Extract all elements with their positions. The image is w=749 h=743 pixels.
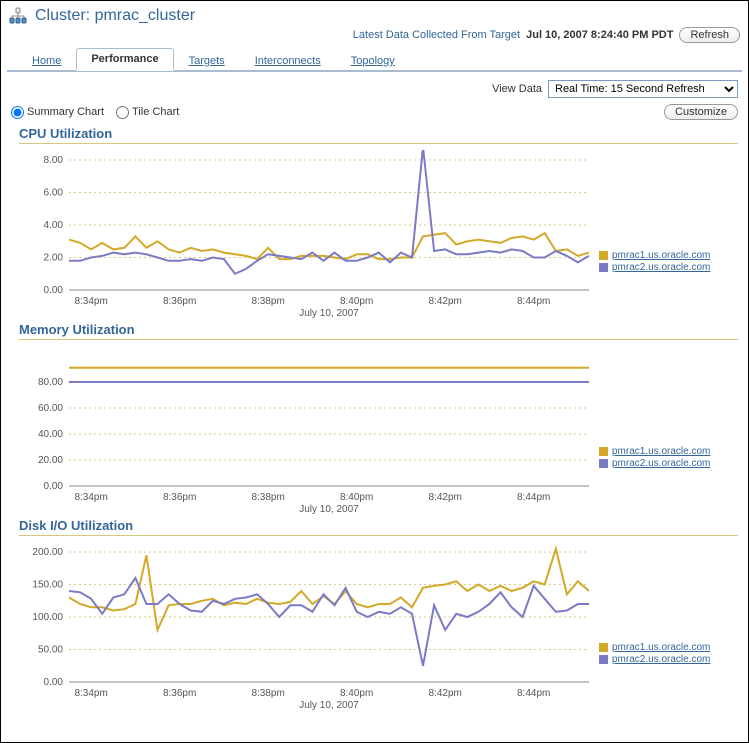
svg-text:8:40pm: 8:40pm <box>340 296 373 307</box>
legend-swatch <box>599 447 608 456</box>
legend-link-pmrac2[interactable]: pmrac2.us.oracle.com <box>612 654 710 665</box>
svg-text:80.00: 80.00 <box>38 377 63 388</box>
svg-text:200.00: 200.00 <box>32 547 63 558</box>
view-data-label: View Data <box>492 83 542 95</box>
divider <box>19 535 738 536</box>
svg-text:0.00: 0.00 <box>44 285 64 296</box>
legend-link-pmrac1[interactable]: pmrac1.us.oracle.com <box>612 642 710 653</box>
legend-swatch <box>599 263 608 272</box>
legend-item: pmrac1.us.oracle.com <box>599 446 738 457</box>
legend-swatch <box>599 459 608 468</box>
svg-text:8:38pm: 8:38pm <box>251 296 284 307</box>
svg-text:8:36pm: 8:36pm <box>163 492 196 503</box>
legend-link-pmrac2[interactable]: pmrac2.us.oracle.com <box>612 458 710 469</box>
legend-link-pmrac1[interactable]: pmrac1.us.oracle.com <box>612 446 710 457</box>
svg-text:4.00: 4.00 <box>44 220 64 231</box>
svg-text:8:44pm: 8:44pm <box>517 296 550 307</box>
chart-memory: 0.00 20.00 40.00 60.00 80.00 8:34pm 8:36pm 8:38… <box>19 346 599 516</box>
svg-text:0.00: 0.00 <box>44 677 64 688</box>
refresh-button[interactable]: Refresh <box>679 27 740 43</box>
svg-text:60.00: 60.00 <box>38 403 63 414</box>
svg-text:July 10, 2007: July 10, 2007 <box>299 700 359 711</box>
legend-item: pmrac2.us.oracle.com <box>599 262 738 273</box>
svg-text:8:40pm: 8:40pm <box>340 688 373 699</box>
svg-text:8:38pm: 8:38pm <box>251 688 284 699</box>
summary-chart-radio[interactable] <box>11 106 24 119</box>
legend-swatch <box>599 251 608 260</box>
svg-text:8:44pm: 8:44pm <box>517 492 550 503</box>
svg-text:8:34pm: 8:34pm <box>74 688 107 699</box>
legend-swatch <box>599 655 608 664</box>
legend-item: pmrac1.us.oracle.com <box>599 250 738 261</box>
view-data-select[interactable]: Real Time: 15 Second Refresh <box>548 80 738 98</box>
page-title: Cluster: pmrac_cluster <box>35 7 195 25</box>
svg-text:8:36pm: 8:36pm <box>163 296 196 307</box>
svg-text:8:38pm: 8:38pm <box>251 492 284 503</box>
tile-chart-label: Tile Chart <box>132 106 179 118</box>
svg-text:8:34pm: 8:34pm <box>74 492 107 503</box>
svg-text:40.00: 40.00 <box>38 429 63 440</box>
svg-text:8:34pm: 8:34pm <box>74 296 107 307</box>
svg-text:6.00: 6.00 <box>44 188 64 199</box>
tab-targets[interactable]: Targets <box>174 50 240 71</box>
chart-io: 0.00 50.00 100.00 150.00 200.00 8:34pm 8:36pm 8… <box>19 542 599 712</box>
customize-button[interactable]: Customize <box>664 104 738 120</box>
svg-text:100.00: 100.00 <box>32 612 63 623</box>
tab-topology[interactable]: Topology <box>336 50 410 71</box>
tabs: Home Performance Targets Interconnects T… <box>7 47 742 72</box>
tile-chart-radio[interactable] <box>116 106 129 119</box>
chart-title-memory: Memory Utilization <box>19 322 738 337</box>
svg-text:8:40pm: 8:40pm <box>340 492 373 503</box>
legend-item: pmrac1.us.oracle.com <box>599 642 738 653</box>
chart-cpu: 0.00 2.00 4.00 6.00 8.00 8:34pm 8:36pm 8:38pm 8:… <box>19 150 599 320</box>
cluster-icon <box>9 7 27 25</box>
legend-item: pmrac2.us.oracle.com <box>599 458 738 469</box>
svg-text:July 10, 2007: July 10, 2007 <box>299 504 359 515</box>
tab-home[interactable]: Home <box>17 50 76 71</box>
divider <box>19 143 738 144</box>
svg-text:8:44pm: 8:44pm <box>517 688 550 699</box>
svg-text:8:36pm: 8:36pm <box>163 688 196 699</box>
tab-interconnects[interactable]: Interconnects <box>240 50 336 71</box>
svg-text:8:42pm: 8:42pm <box>428 688 461 699</box>
legend-item: pmrac2.us.oracle.com <box>599 654 738 665</box>
svg-text:50.00: 50.00 <box>38 645 63 656</box>
tile-chart-radio-wrap[interactable]: Tile Chart <box>116 106 179 119</box>
chart-title-io: Disk I/O Utilization <box>19 518 738 533</box>
collected-label: Latest Data Collected From Target <box>353 29 520 41</box>
legend-link-pmrac2[interactable]: pmrac2.us.oracle.com <box>612 262 710 273</box>
svg-text:2.00: 2.00 <box>44 253 64 264</box>
svg-text:July 10, 2007: July 10, 2007 <box>299 308 359 319</box>
tab-performance[interactable]: Performance <box>76 48 173 71</box>
svg-text:8:42pm: 8:42pm <box>428 492 461 503</box>
svg-text:20.00: 20.00 <box>38 455 63 466</box>
legend-swatch <box>599 643 608 652</box>
legend-link-pmrac1[interactable]: pmrac1.us.oracle.com <box>612 250 710 261</box>
summary-chart-label: Summary Chart <box>27 106 104 118</box>
divider <box>19 339 738 340</box>
chart-mode-group: Summary Chart Tile Chart <box>11 106 179 119</box>
svg-text:150.00: 150.00 <box>32 580 63 591</box>
svg-text:8.00: 8.00 <box>44 155 64 166</box>
svg-text:0.00: 0.00 <box>44 481 64 492</box>
svg-text:8:42pm: 8:42pm <box>428 296 461 307</box>
collected-time: Jul 10, 2007 8:24:40 PM PDT <box>526 29 673 41</box>
chart-title-cpu: CPU Utilization <box>19 126 738 141</box>
summary-chart-radio-wrap[interactable]: Summary Chart <box>11 106 104 119</box>
